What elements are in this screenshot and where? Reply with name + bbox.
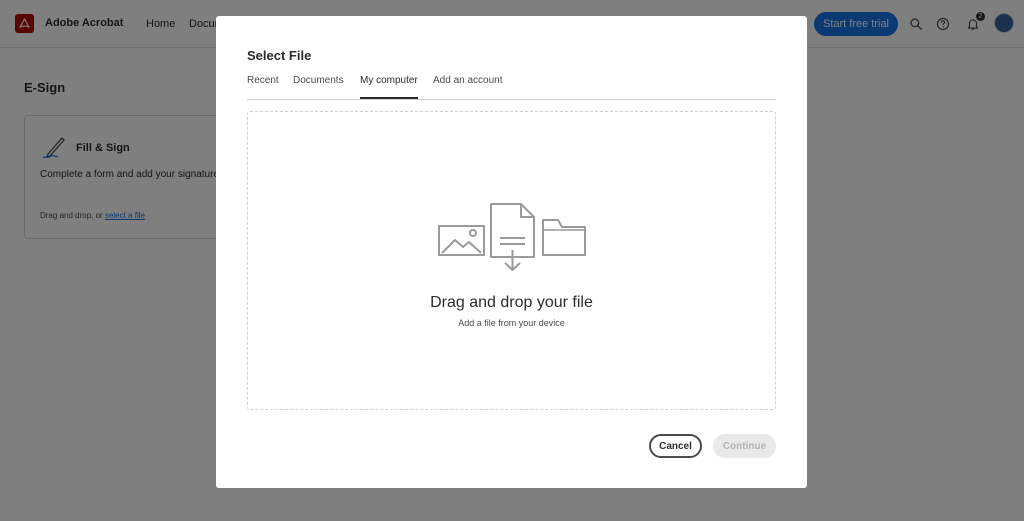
tab-recent[interactable]: Recent <box>247 75 279 99</box>
dropzone-subtitle: Add a file from your device <box>458 318 565 328</box>
file-dropzone[interactable]: Drag and drop your file Add a file from … <box>247 111 776 410</box>
dropzone-title: Drag and drop your file <box>430 294 593 311</box>
cancel-button[interactable]: Cancel <box>649 434 702 458</box>
image-icon <box>438 225 485 256</box>
tab-my-computer[interactable]: My computer <box>360 75 418 99</box>
select-file-dialog: Select File Recent Documents My computer… <box>216 16 807 488</box>
tab-bar: Recent Documents My computer Add an acco… <box>247 74 776 100</box>
file-download-icon <box>490 203 535 271</box>
tab-documents[interactable]: Documents <box>293 75 344 99</box>
folder-icon <box>542 219 586 256</box>
continue-button[interactable]: Continue <box>713 434 776 458</box>
dropzone-illustration <box>438 203 586 271</box>
tab-add-account[interactable]: Add an account <box>433 75 503 99</box>
dialog-title: Select File <box>247 48 312 63</box>
